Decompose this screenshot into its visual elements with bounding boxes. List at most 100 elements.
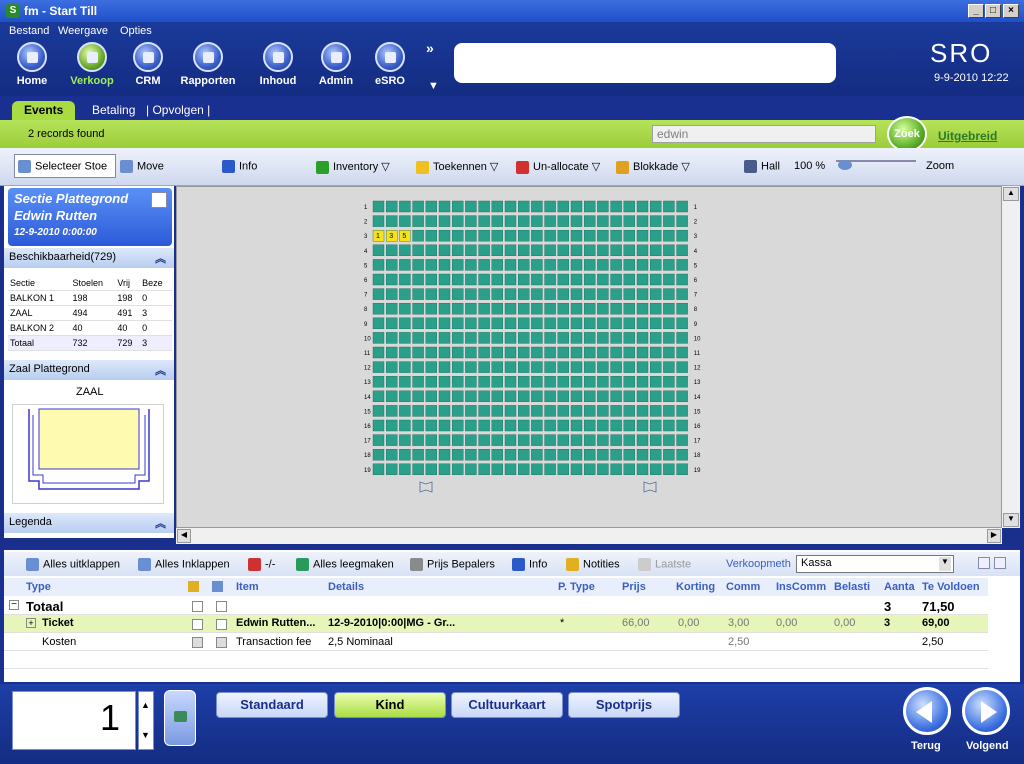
seat[interactable] [452, 390, 464, 403]
seat[interactable] [597, 259, 609, 271]
seat[interactable] [584, 332, 596, 344]
seat[interactable] [518, 200, 530, 213]
seat[interactable] [372, 419, 385, 432]
seat[interactable] [570, 288, 583, 300]
seat[interactable] [557, 405, 569, 417]
seat[interactable] [623, 463, 635, 475]
seat[interactable] [557, 288, 569, 300]
collapse-icon[interactable]: ︽ [155, 250, 166, 266]
seat[interactable] [531, 449, 543, 461]
seat[interactable] [610, 200, 622, 213]
seat[interactable] [385, 434, 398, 446]
seat[interactable] [544, 375, 556, 388]
seat[interactable] [676, 419, 688, 432]
seat[interactable] [399, 346, 411, 359]
seat-map[interactable]: 1 12 23 31 3 54 45 56 67 78 89 910 1011 1112 1213 1314 1… [176, 186, 1002, 528]
seat[interactable] [465, 361, 477, 373]
seat[interactable] [385, 273, 398, 286]
seat[interactable] [399, 463, 411, 475]
refresh-icon[interactable] [151, 192, 167, 208]
seat[interactable] [636, 273, 649, 286]
seat[interactable] [597, 230, 609, 242]
seat[interactable] [597, 434, 609, 446]
seat[interactable] [412, 302, 424, 315]
seat[interactable] [610, 346, 622, 359]
seat[interactable] [623, 288, 635, 300]
seat[interactable] [663, 390, 675, 403]
seat[interactable] [491, 230, 503, 242]
seat[interactable] [584, 244, 596, 256]
seat[interactable] [636, 346, 649, 359]
seat[interactable] [399, 449, 411, 461]
kosten-row[interactable] [4, 633, 988, 651]
seat[interactable] [491, 434, 503, 446]
seat[interactable] [491, 449, 503, 461]
seat[interactable] [399, 244, 411, 256]
seat[interactable] [412, 346, 424, 359]
seat[interactable] [597, 244, 609, 256]
seat[interactable] [452, 259, 464, 271]
seat[interactable] [544, 215, 556, 227]
seat[interactable] [610, 259, 622, 271]
seat[interactable] [425, 302, 438, 315]
seat[interactable] [610, 405, 622, 417]
seat[interactable] [663, 449, 675, 461]
seat[interactable] [412, 244, 424, 256]
seat[interactable] [531, 346, 543, 359]
seat[interactable] [425, 273, 438, 286]
seat[interactable] [438, 230, 451, 242]
seat[interactable] [650, 288, 662, 300]
seat[interactable] [518, 244, 530, 256]
seat[interactable] [491, 419, 503, 432]
seat[interactable] [465, 375, 477, 388]
seat[interactable] [544, 288, 556, 300]
seat[interactable] [412, 332, 424, 344]
global-search-box[interactable] [454, 43, 836, 83]
seat[interactable] [597, 346, 609, 359]
seat[interactable] [610, 434, 622, 446]
scroll-up-icon[interactable]: ▲ [1003, 187, 1019, 201]
seat[interactable] [452, 405, 464, 417]
seat[interactable] [531, 200, 543, 213]
horizontal-scrollbar[interactable]: ◀ ▶ [176, 528, 1002, 544]
seat[interactable] [399, 375, 411, 388]
seat[interactable] [650, 244, 662, 256]
seat[interactable] [650, 449, 662, 461]
uitgebreid-link[interactable]: Uitgebreid [938, 129, 997, 143]
seat[interactable] [663, 302, 675, 315]
seat[interactable] [597, 361, 609, 373]
row-checkbox[interactable] [192, 601, 203, 612]
seat[interactable] [623, 375, 635, 388]
seat[interactable] [557, 375, 569, 388]
seat[interactable] [544, 419, 556, 432]
seat[interactable] [663, 259, 675, 271]
seat[interactable] [465, 259, 477, 271]
seat[interactable] [412, 288, 424, 300]
inklappen-button[interactable]: Alles Inklappen [138, 558, 230, 571]
seat[interactable] [610, 302, 622, 315]
seat[interactable] [597, 463, 609, 475]
seat[interactable] [584, 215, 596, 227]
seat[interactable] [597, 375, 609, 388]
row-checkbox[interactable] [192, 619, 203, 630]
seat[interactable] [557, 259, 569, 271]
seat[interactable] [478, 405, 490, 417]
seat[interactable] [504, 434, 517, 446]
verkoopmeth-select[interactable]: Kassa ▼ [796, 555, 954, 573]
seat[interactable] [636, 332, 649, 344]
seat[interactable] [531, 405, 543, 417]
seat[interactable] [597, 449, 609, 461]
seat[interactable] [610, 463, 622, 475]
seat[interactable] [504, 390, 517, 403]
seat[interactable] [385, 332, 398, 344]
seat[interactable] [531, 375, 543, 388]
prijs-bepalers-button[interactable]: Prijs Bepalers [410, 558, 495, 571]
seat[interactable] [504, 346, 517, 359]
seat[interactable] [385, 405, 398, 417]
floorplan-minimap[interactable] [12, 404, 164, 504]
seat[interactable] [544, 361, 556, 373]
seat[interactable] [650, 434, 662, 446]
vertical-scrollbar[interactable]: ▲ ▼ [1002, 186, 1020, 528]
seat[interactable] [570, 463, 583, 475]
seat[interactable] [425, 361, 438, 373]
